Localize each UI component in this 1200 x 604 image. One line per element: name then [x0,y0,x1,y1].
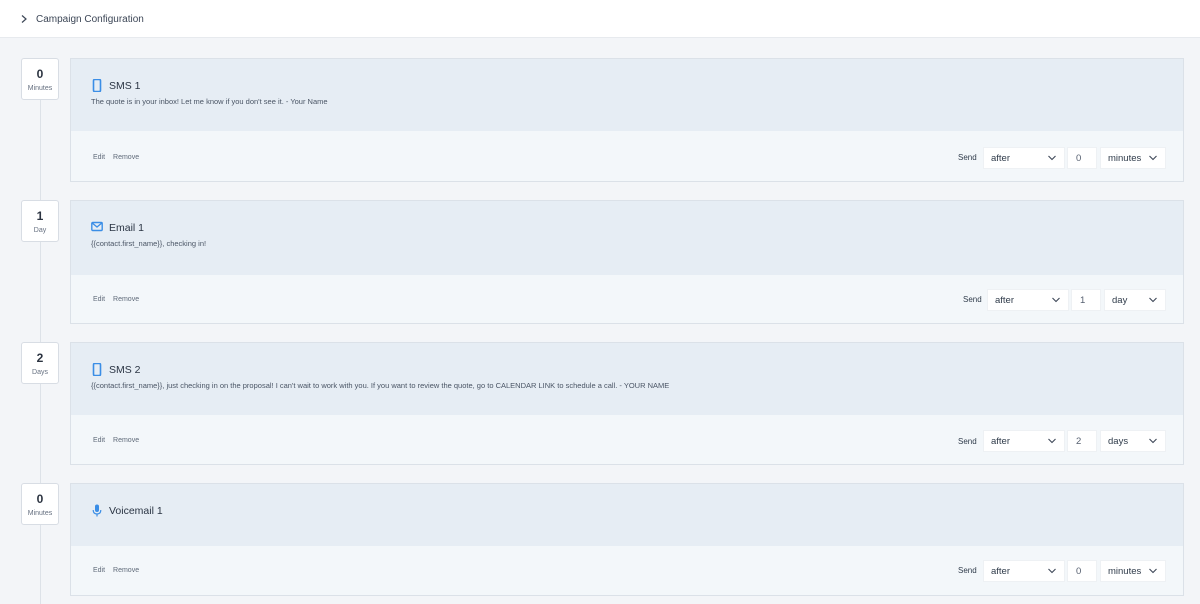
send-unit-select[interactable]: day [1104,289,1166,311]
delay-unit: Minutes [27,510,53,517]
send-amount-input[interactable]: 2 [1067,430,1097,452]
microphone-icon [92,504,102,517]
step-actions: Edit Remove [93,296,145,303]
step-card: SMS 1 The quote is in your inbox! Let me… [70,58,1184,182]
step-message: The quote is in your inbox! Let me know … [91,97,328,106]
remove-link[interactable]: Remove [113,567,139,574]
chevron-down-icon [1052,297,1060,303]
campaign-step: 0 Minutes SMS 1 The quote is in your inb… [0,58,1200,182]
send-label: Send [958,437,977,446]
send-amount-input[interactable]: 1 [1071,289,1101,311]
campaign-configuration-header[interactable]: Campaign Configuration [0,0,1200,38]
send-label: Send [958,566,977,575]
send-amount-value: 2 [1076,436,1082,447]
send-unit-value: minutes [1108,153,1142,164]
send-when-select[interactable]: after [983,430,1065,452]
campaign-step: 0 Minutes Voicemail 1 Edit Remove Send a… [0,483,1200,597]
step-name: Email 1 [109,222,145,234]
send-amount-input[interactable]: 0 [1067,147,1097,169]
send-unit-select[interactable]: minutes [1100,560,1166,582]
remove-link[interactable]: Remove [113,437,139,444]
chevron-down-icon [1149,155,1157,161]
delay-unit: Day [33,227,47,234]
delay-badge: 0 Minutes [21,58,59,100]
remove-link[interactable]: Remove [113,154,139,161]
send-unit-value: days [1108,436,1129,447]
delay-value: 0 [36,492,44,506]
send-when-select[interactable]: after [983,560,1065,582]
step-actions: Edit Remove [93,567,145,574]
delay-value: 2 [36,351,44,365]
delay-badge: 0 Minutes [21,483,59,525]
delay-value: 1 [36,209,44,223]
campaign-step: 2 Days SMS 2 {{contact.first_name}}, jus… [0,342,1200,466]
delay-unit: Minutes [27,85,53,92]
chevron-down-icon [1048,568,1056,574]
send-amount-value: 1 [1080,295,1086,306]
step-message: {{contact.first_name}}, just checking in… [91,381,670,390]
step-name: SMS 1 [109,80,141,92]
section-title: Campaign Configuration [36,14,144,25]
send-unit-value: day [1112,295,1128,306]
step-card-header: SMS 2 {{contact.first_name}}, just check… [71,343,1183,415]
send-when-value: after [991,153,1011,164]
send-when-select[interactable]: after [987,289,1069,311]
edit-link[interactable]: Edit [93,154,105,161]
step-message: {{contact.first_name}}, checking in! [91,239,207,248]
send-when-value: after [995,295,1015,306]
edit-link[interactable]: Edit [93,567,105,574]
step-card-header: SMS 1 The quote is in your inbox! Let me… [71,59,1183,131]
delay-badge: 1 Day [21,200,59,242]
chevron-down-icon [1149,297,1157,303]
step-card-header: Voicemail 1 [71,484,1183,546]
delay-value: 0 [36,67,44,81]
edit-link[interactable]: Edit [93,437,105,444]
send-when-value: after [991,436,1011,447]
send-unit-select[interactable]: minutes [1100,147,1166,169]
send-unit-select[interactable]: days [1100,430,1166,452]
campaign-step: 1 Day Email 1 {{contact.first_name}}, ch… [0,200,1200,324]
step-actions: Edit Remove [93,437,145,444]
chevron-down-icon [1048,438,1056,444]
send-when-value: after [991,566,1011,577]
send-amount-input[interactable]: 0 [1067,560,1097,582]
send-amount-value: 0 [1076,153,1082,164]
chevron-right-icon[interactable] [20,15,28,23]
send-label: Send [958,153,977,162]
step-card: Voicemail 1 Edit Remove Send after 0 min… [70,483,1184,596]
chevron-down-icon [1149,568,1157,574]
step-name: Voicemail 1 [109,505,163,517]
edit-link[interactable]: Edit [93,296,105,303]
step-card: Email 1 {{contact.first_name}}, checking… [70,200,1184,324]
step-card-header: Email 1 {{contact.first_name}}, checking… [71,201,1183,275]
delay-unit: Days [32,369,48,376]
remove-link[interactable]: Remove [113,296,139,303]
step-name: SMS 2 [109,364,141,376]
phone-icon [92,79,102,92]
send-label: Send [963,295,982,304]
chevron-down-icon [1048,155,1056,161]
step-actions: Edit Remove [93,154,145,161]
send-unit-value: minutes [1108,566,1142,577]
delay-badge: 2 Days [21,342,59,384]
send-amount-value: 0 [1076,566,1082,577]
envelope-icon [91,221,103,232]
send-when-select[interactable]: after [983,147,1065,169]
phone-icon [92,363,102,376]
chevron-down-icon [1149,438,1157,444]
step-card: SMS 2 {{contact.first_name}}, just check… [70,342,1184,465]
